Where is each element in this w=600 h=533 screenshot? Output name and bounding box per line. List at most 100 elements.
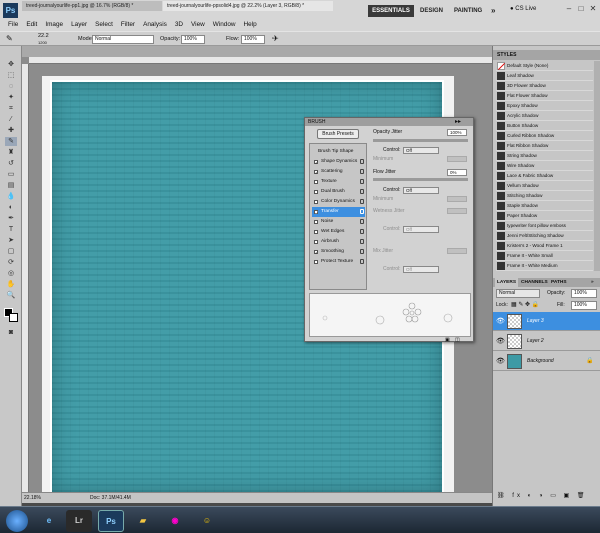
3d-rotate-tool-icon[interactable]: ⟳	[5, 258, 17, 267]
checkbox-icon[interactable]	[314, 230, 318, 234]
style-item[interactable]: String Shadow	[496, 151, 593, 161]
flow-jitter-slider[interactable]	[373, 178, 468, 181]
style-item[interactable]: Stitching Shadow	[496, 191, 593, 201]
hand-tool-icon[interactable]: ✋	[5, 280, 17, 289]
layer-row-layer-3[interactable]: 👁 Layer 3	[493, 312, 600, 331]
control2-select[interactable]: Off	[403, 187, 439, 194]
blend-mode-select[interactable]: Normal	[496, 289, 540, 298]
menu-select[interactable]: Select	[91, 18, 117, 31]
blur-tool-icon[interactable]: 💧	[5, 192, 17, 201]
control-select[interactable]: Off	[403, 147, 439, 154]
brush-tool-icon[interactable]: ✎	[5, 137, 17, 146]
menu-3d[interactable]: 3D	[171, 18, 187, 31]
start-orb-icon[interactable]	[6, 510, 28, 532]
checkbox-icon[interactable]	[314, 200, 318, 204]
lock-icon[interactable]	[360, 209, 364, 214]
lock-icon[interactable]	[360, 159, 364, 164]
style-item[interactable]: Paper Shadow	[496, 211, 593, 221]
crop-tool-icon[interactable]: ⌗	[5, 104, 17, 113]
menu-analysis[interactable]: Analysis	[139, 18, 171, 31]
tab-document-2[interactable]: treed-journalyourlife-ppsolid4.jpg @ 22.…	[163, 1, 333, 11]
menu-help[interactable]: Help	[240, 18, 261, 31]
ruler-vertical[interactable]	[22, 64, 29, 492]
style-item[interactable]: Button Shadow	[496, 121, 593, 131]
checkbox-icon[interactable]	[314, 240, 318, 244]
brush-tool-icon[interactable]: ✎	[6, 34, 13, 43]
path-select-tool-icon[interactable]: ➤	[5, 236, 17, 245]
style-item[interactable]: Default Style (None)	[496, 61, 593, 71]
messenger-icon[interactable]: ☺	[194, 510, 220, 532]
opacity-jitter-value[interactable]: 100%	[447, 129, 467, 136]
brush-option-protect-texture[interactable]: Protect Texture	[312, 257, 365, 267]
lock-icon[interactable]	[360, 179, 364, 184]
brush-option-texture[interactable]: Texture	[312, 177, 365, 187]
photoshop-taskbar-icon[interactable]: Ps	[98, 510, 124, 532]
checkbox-icon[interactable]: ✓	[314, 250, 318, 255]
style-item[interactable]: Frame It - White Small	[496, 251, 593, 261]
brush-option-shape-dynamics[interactable]: ✓ Shape Dynamics	[312, 157, 365, 167]
style-item[interactable]: Jenni Felt/Stitching Shadow	[496, 231, 593, 241]
lock-icon[interactable]	[360, 199, 364, 204]
internet-explorer-icon[interactable]: e	[36, 510, 62, 532]
style-item[interactable]: Acrylic Shadow	[496, 111, 593, 121]
3d-orbit-tool-icon[interactable]: ◎	[5, 269, 17, 278]
panel-collapse-icon[interactable]: ▸▸	[455, 118, 461, 126]
ruler-horizontal[interactable]	[29, 57, 492, 64]
checkbox-icon[interactable]	[314, 180, 318, 184]
fill-field[interactable]: 100%	[571, 301, 597, 310]
style-item[interactable]: Lace & Fabric Shadow	[496, 171, 593, 181]
brush-option-color-dynamics[interactable]: Color Dynamics	[312, 197, 365, 207]
brush-option-airbrush[interactable]: Airbrush	[312, 237, 365, 247]
quick-select-tool-icon[interactable]: ✦	[5, 93, 17, 102]
style-item[interactable]: Wire Shadow	[496, 161, 593, 171]
move-tool-icon[interactable]: ✥	[5, 60, 17, 69]
checkbox-icon[interactable]: ✓	[314, 160, 318, 165]
eraser-tool-icon[interactable]: ▭	[5, 170, 17, 179]
eye-icon[interactable]: 👁	[496, 337, 505, 346]
cs-live-button[interactable]: ● CS Live	[510, 6, 536, 12]
checkbox-icon[interactable]: ✓	[314, 210, 318, 215]
lock-icon[interactable]	[360, 219, 364, 224]
lightroom-icon[interactable]: Lr	[66, 510, 92, 532]
brush-option-wet-edges[interactable]: Wet Edges	[312, 227, 365, 237]
healing-tool-icon[interactable]: ✚	[5, 126, 17, 135]
tab-paths[interactable]: PATHS	[549, 278, 569, 287]
menu-view[interactable]: View	[187, 18, 209, 31]
style-item[interactable]: Frame It - White Medium	[496, 261, 593, 271]
eye-icon[interactable]: 👁	[496, 357, 505, 366]
layer-opacity-field[interactable]: 100%	[571, 289, 597, 298]
tab-more[interactable]: »	[589, 278, 596, 287]
menu-file[interactable]: File	[4, 18, 22, 31]
style-item[interactable]: Vellum Shadow	[496, 181, 593, 191]
menu-filter[interactable]: Filter	[117, 18, 139, 31]
gradient-tool-icon[interactable]: ▤	[5, 181, 17, 190]
style-item[interactable]: Kristen's 2 - Wood Frame 1	[496, 241, 593, 251]
brush-panel-title[interactable]: BRUSH	[305, 118, 473, 126]
checkbox-icon[interactable]	[314, 190, 318, 194]
style-item[interactable]: Staple Shadow	[496, 201, 593, 211]
shape-tool-icon[interactable]: ▢	[5, 247, 17, 256]
maximize-icon[interactable]: □	[576, 4, 586, 14]
workspace-painting-button[interactable]: PAINTING	[450, 5, 486, 17]
brush-option-tip-shape[interactable]: Brush Tip Shape	[312, 147, 365, 157]
lock-options-icon[interactable]: ▦ ✎ ✥ 🔒	[511, 301, 539, 308]
lock-icon[interactable]	[360, 249, 364, 254]
style-item[interactable]: Flat Flower Shadow	[496, 91, 593, 101]
menu-edit[interactable]: Edit	[22, 18, 41, 31]
workspace-more-button[interactable]: »	[487, 5, 499, 17]
workspace-design-button[interactable]: DESIGN	[416, 5, 447, 17]
lock-icon[interactable]	[360, 189, 364, 194]
chrome-icon[interactable]: ◉	[162, 510, 188, 532]
brush-option-scattering[interactable]: ✓ Scattering	[312, 167, 365, 177]
styles-scrollbar[interactable]	[594, 61, 600, 271]
type-tool-icon[interactable]: T	[5, 225, 17, 234]
stamp-tool-icon[interactable]: ♜	[5, 148, 17, 157]
style-item[interactable]: typewriter font pillow emboss	[496, 221, 593, 231]
eyedropper-tool-icon[interactable]: ⁄	[5, 115, 17, 124]
eye-icon[interactable]: 👁	[496, 317, 505, 326]
history-brush-tool-icon[interactable]: ↺	[5, 159, 17, 168]
menu-window[interactable]: Window	[209, 18, 240, 31]
workspace-essentials-button[interactable]: ESSENTIALS	[368, 5, 414, 17]
opacity-jitter-slider[interactable]	[373, 139, 468, 142]
styles-panel-title[interactable]: STYLES	[493, 50, 600, 60]
